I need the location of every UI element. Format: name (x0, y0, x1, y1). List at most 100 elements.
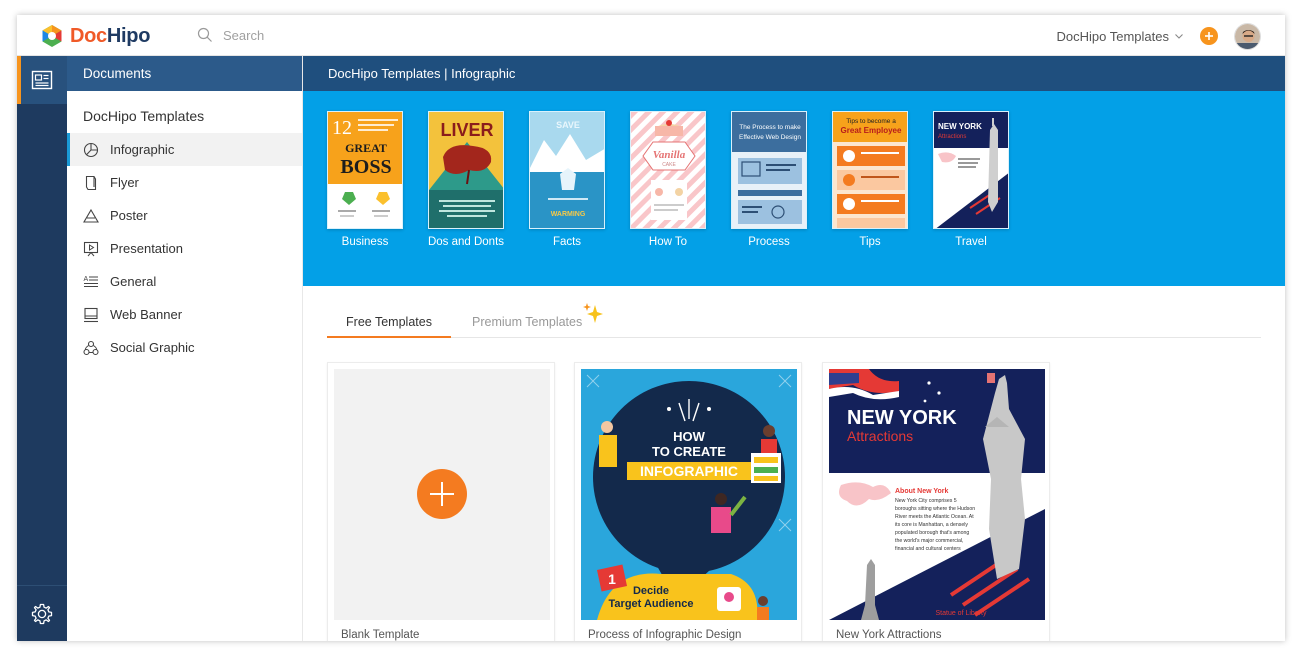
create-button[interactable] (1200, 27, 1218, 45)
search-box[interactable] (197, 27, 423, 43)
user-avatar[interactable] (1234, 22, 1261, 50)
category-thumbnail: SAVE WARMING (529, 111, 605, 229)
category-thumbnail: The Process to make Effective Web Design (731, 111, 807, 229)
thumb-text: Attractions (938, 134, 966, 140)
thumb-text: WARMING (551, 211, 586, 218)
thumb-text: BOSS (340, 156, 391, 178)
art-text: populated borough that's among (895, 530, 969, 536)
tab-free-templates[interactable]: Free Templates (327, 306, 451, 338)
thumb-text: Vanilla (653, 149, 686, 161)
pie-chart-icon (83, 142, 99, 157)
sidebar-item-general[interactable]: A General (67, 265, 302, 298)
card-title: Blank Template (341, 629, 420, 641)
sidebar-item-poster[interactable]: Poster (67, 199, 302, 232)
category-thumbnail: 12 GREAT BOSS (327, 111, 403, 229)
breadcrumb: DocHipo Templates | Infographic (303, 56, 1285, 91)
sidebar-item-infographic[interactable]: Infographic (67, 133, 302, 166)
icon-rail (17, 56, 67, 641)
sidebar-item-label: General (110, 274, 157, 289)
category-label: Tips (859, 236, 881, 248)
art-text: NEW YORK (847, 407, 957, 429)
thumb-text: The Process to make (739, 124, 801, 131)
sidebar-item-flyer[interactable]: Flyer (67, 166, 302, 199)
sidebar-item-label: Presentation (110, 241, 183, 256)
share-icon (83, 340, 99, 355)
category-strip: 12 GREAT BOSS Business LIVER Dos and Don… (303, 91, 1285, 286)
sidebar-item-label: Social Graphic (110, 340, 195, 355)
sidebar-item-web-banner[interactable]: Web Banner (67, 298, 302, 331)
art-text: New York City comprises 5 (895, 498, 957, 504)
art-text: INFOGRAPHIC (640, 463, 738, 479)
category-facts[interactable]: SAVE WARMING Facts (528, 111, 606, 248)
workspace-label: DocHipo Templates (1056, 28, 1169, 44)
logo-doc: Doc (70, 24, 107, 47)
art-text: its core is Manhattan, a densely (895, 522, 968, 528)
add-blank-template-button[interactable] (417, 469, 467, 519)
category-travel[interactable]: NEW YORK Attractions Travel (932, 111, 1010, 248)
sidebar: Documents DocHipo Templates Infographic … (67, 56, 303, 641)
documents-icon (31, 70, 53, 90)
category-label: Process (748, 236, 790, 248)
thumb-text: SAVE (556, 120, 580, 130)
thumb-text: LIVER (440, 120, 493, 140)
sidebar-item-social-graphic[interactable]: Social Graphic (67, 331, 302, 364)
art-text: Decide (633, 585, 669, 597)
tab-premium-templates[interactable]: Premium Templates (472, 306, 582, 338)
top-bar: DocHipo DocHipo Templates (17, 15, 1285, 56)
art-text: the world's major commercial, (895, 538, 963, 544)
card-thumbnail: HOW TO CREATE INFOGRAPHIC 1 Decide Targe… (581, 369, 797, 620)
workspace-dropdown[interactable]: DocHipo Templates (1057, 29, 1184, 44)
flyer-icon (85, 175, 97, 190)
thumb-text: Tips to become a (846, 118, 896, 125)
art-text: TO CREATE (652, 444, 726, 459)
art-text: HOW (673, 429, 706, 444)
art-text: River meets the Atlantic Ocean. At (895, 514, 974, 520)
search-input[interactable] (223, 27, 423, 43)
category-label: Facts (552, 236, 582, 248)
thumb-text: GREAT (345, 141, 387, 155)
main-panel: DocHipo Templates | Infographic 12 GREAT… (303, 56, 1285, 641)
dochipo-logo[interactable]: DocHipo (41, 24, 150, 48)
category-business[interactable]: 12 GREAT BOSS Business (326, 111, 404, 248)
avatar-photo (1235, 23, 1260, 49)
triangle-icon (83, 208, 99, 223)
template-tabs: Free Templates Premium Templates (327, 303, 1261, 338)
sidebar-item-label: Poster (110, 208, 148, 223)
app-window: DocHipo DocHipo Templates (17, 15, 1285, 641)
thumb-text: CAKE (662, 162, 676, 168)
template-card-infographic-design[interactable]: HOW TO CREATE INFOGRAPHIC 1 Decide Targe… (574, 362, 802, 641)
text-lines-icon: A (84, 276, 98, 287)
category-thumbnail: LIVER (428, 111, 504, 229)
sidebar-item-label: Web Banner (110, 307, 183, 322)
category-label: Travel (955, 236, 987, 248)
category-how-to[interactable]: Vanilla CAKE How To (629, 111, 707, 248)
category-dos-and-donts[interactable]: LIVER Dos and Donts (427, 111, 505, 248)
template-card-new-york[interactable]: NEW YORK Attractions About New York New … (822, 362, 1050, 641)
chevron-down-icon (1175, 34, 1183, 39)
sidebar-header: Documents (67, 56, 302, 91)
thumb-text: NEW YORK (938, 122, 982, 131)
art-text: financial and cultural centers (895, 546, 961, 552)
blank-template-area (334, 369, 550, 620)
thumb-text: 12 (332, 117, 352, 139)
card-title: Process of Infographic Design (588, 629, 742, 641)
rail-item-documents[interactable] (17, 56, 67, 104)
sidebar-item-label: Flyer (110, 175, 139, 190)
rail-item-settings[interactable] (17, 585, 67, 641)
category-label: Dos and Donts (427, 236, 505, 248)
presentation-icon (83, 241, 99, 256)
category-label: Business (341, 236, 389, 248)
category-label: How To (648, 236, 688, 248)
sidebar-item-presentation[interactable]: Presentation (67, 232, 302, 265)
art-text: boroughs sitting where the Hudson (895, 506, 975, 512)
template-card-blank[interactable]: Blank Template (327, 362, 555, 641)
category-process[interactable]: The Process to make Effective Web Design… (730, 111, 808, 248)
category-tips[interactable]: Tips to become a Great Employee Tips (831, 111, 909, 248)
art-text: 1 (608, 571, 616, 587)
category-thumbnail: Vanilla CAKE (630, 111, 706, 229)
monitor-icon (84, 307, 98, 322)
search-icon (197, 27, 212, 42)
thumb-text: Effective Web Design (739, 134, 801, 141)
svg-text:A: A (84, 276, 89, 283)
art-text: Attractions (847, 428, 913, 444)
